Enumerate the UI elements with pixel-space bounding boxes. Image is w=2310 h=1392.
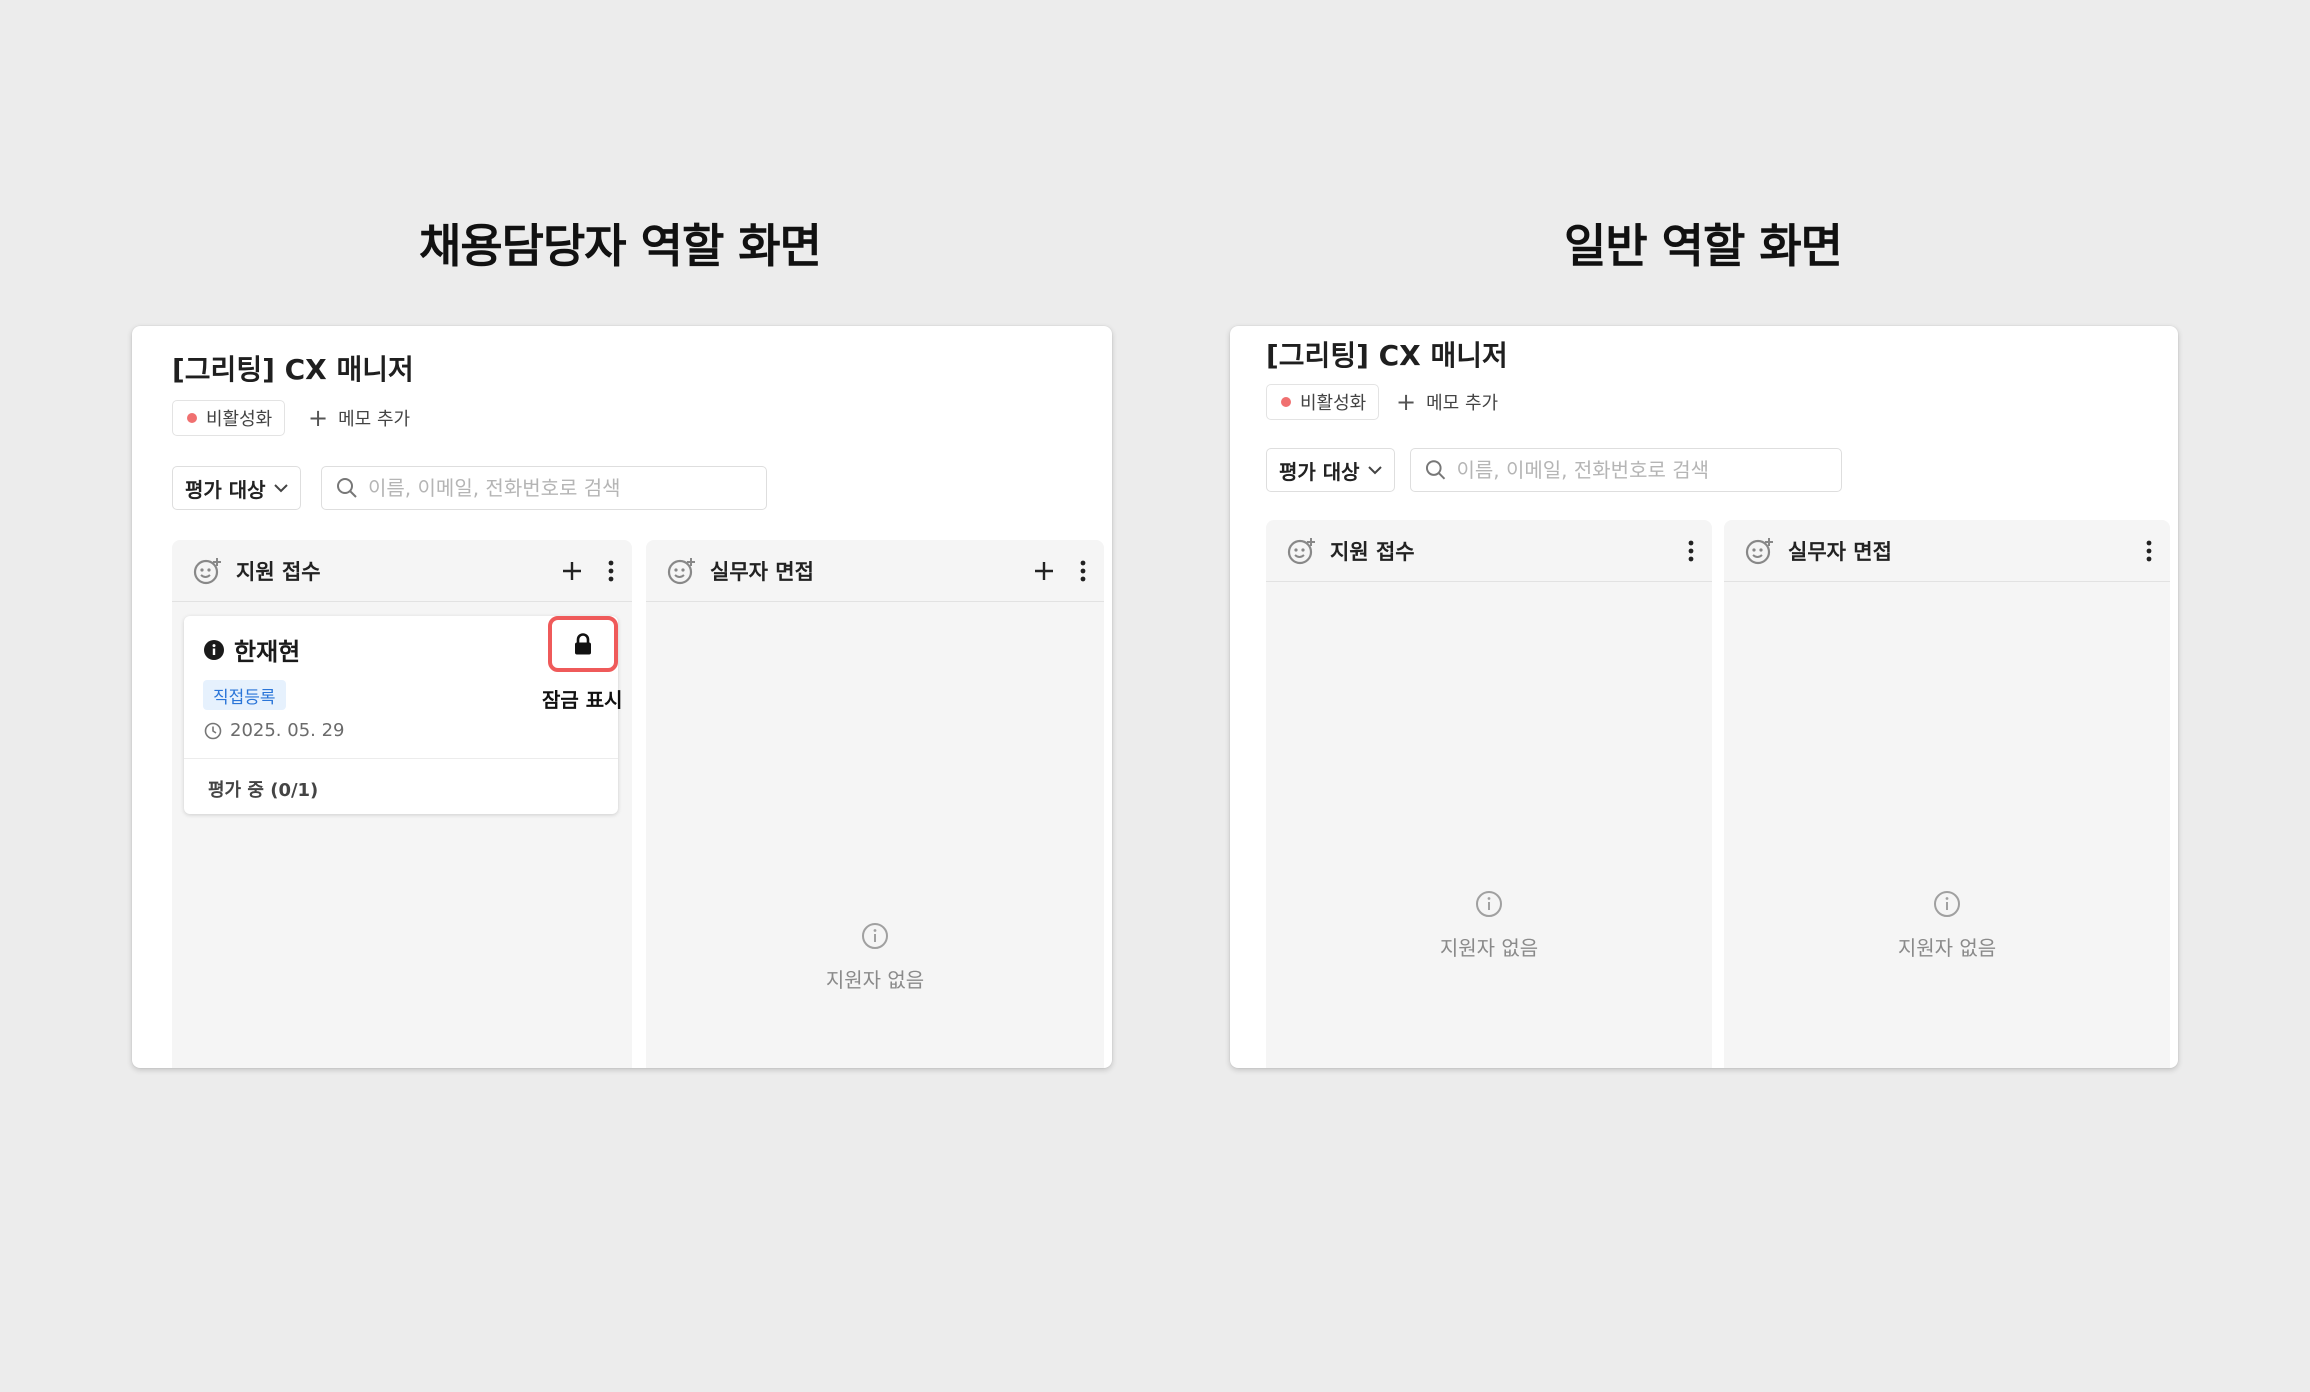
column-more-button[interactable] bbox=[1080, 560, 1086, 582]
info-icon bbox=[1476, 891, 1502, 917]
empty-state: 지원자 없음 bbox=[1266, 890, 1712, 961]
column-title: 지원 접수 bbox=[1330, 539, 1415, 564]
status-dot bbox=[1281, 397, 1291, 407]
add-memo-button[interactable]: + 메모 추가 bbox=[1396, 384, 1498, 420]
job-title: [그리팅] CX 매니저 bbox=[172, 353, 414, 386]
status-dot bbox=[187, 413, 197, 423]
search-input[interactable] bbox=[1456, 458, 1827, 482]
applied-date-text: 2025. 05. 29 bbox=[230, 720, 345, 741]
column-header: 실무자 면접 bbox=[1724, 520, 2170, 582]
column-header: 실무자 면접 bbox=[646, 540, 1104, 602]
plus-icon bbox=[563, 562, 581, 580]
more-vertical-icon bbox=[1080, 560, 1086, 582]
smile-add-icon bbox=[1287, 537, 1315, 564]
empty-state: 지원자 없음 bbox=[646, 922, 1104, 993]
column-practical-interview: 실무자 면접 지원자 없음 bbox=[646, 540, 1104, 1068]
general-view-panel: [그리팅] CX 매니저 비활성화 + 메모 추가 평가 대상 이름, 이메일,… bbox=[1230, 326, 2178, 1068]
evaluation-filter-value: 평가 대상 bbox=[1279, 459, 1360, 484]
empty-state-text: 지원자 없음 bbox=[1439, 936, 1539, 960]
recruiter-view-heading: 채용담당자 역할 화면 bbox=[419, 219, 822, 273]
evaluation-filter-select[interactable]: 평가 대상 bbox=[172, 466, 301, 510]
more-vertical-icon bbox=[608, 560, 614, 582]
status-chip-label: 비활성화 bbox=[206, 409, 273, 430]
evaluation-filter-select[interactable]: 평가 대상 bbox=[1266, 448, 1395, 492]
add-applicant-button[interactable] bbox=[562, 561, 582, 581]
column-more-button[interactable] bbox=[608, 560, 614, 582]
column-title: 실무자 면접 bbox=[710, 559, 814, 584]
info-icon bbox=[1934, 891, 1960, 917]
general-view-heading: 일반 역할 화면 bbox=[1564, 219, 1843, 273]
info-icon bbox=[862, 923, 888, 949]
card-divider bbox=[184, 758, 618, 759]
empty-state: 지원자 없음 bbox=[1724, 890, 2170, 961]
smile-add-icon bbox=[667, 557, 695, 584]
search-icon bbox=[1425, 460, 1446, 480]
search-input[interactable] bbox=[368, 476, 748, 500]
status-chip[interactable]: 비활성화 bbox=[1266, 384, 1380, 420]
column-more-button[interactable] bbox=[1688, 540, 1694, 562]
smile-add-icon bbox=[1745, 537, 1773, 564]
status-chip-label: 비활성화 bbox=[1300, 393, 1367, 414]
source-tag: 직접등록 bbox=[203, 680, 286, 710]
clock-icon bbox=[204, 722, 222, 739]
chevron-down-icon bbox=[273, 484, 288, 493]
lock-button-highlight[interactable] bbox=[548, 616, 618, 672]
plus-icon: + bbox=[308, 404, 329, 432]
empty-state-text: 지원자 없음 bbox=[1897, 936, 1997, 960]
info-filled-icon bbox=[204, 639, 224, 660]
applicant-name: 한재현 bbox=[234, 638, 301, 666]
applied-date: 2025. 05. 29 bbox=[204, 720, 345, 741]
applicant-search[interactable] bbox=[321, 466, 767, 510]
chevron-down-icon bbox=[1367, 466, 1382, 475]
add-memo-label: 메모 추가 bbox=[1426, 393, 1499, 414]
column-title: 지원 접수 bbox=[236, 559, 321, 584]
applicant-name-row: 한재현 bbox=[204, 632, 300, 667]
column-header: 지원 접수 bbox=[172, 540, 632, 602]
applicant-card[interactable]: 한재현 직접등록 2025. 05. 29 평가 중 (0/1) 잠금 표시 bbox=[184, 616, 623, 814]
evaluation-status: 평가 중 (0/1) bbox=[208, 780, 319, 801]
column-practical-interview: 실무자 면접 지원자 없음 bbox=[1724, 520, 2170, 1068]
lock-annotation-label: 잠금 표시 bbox=[542, 688, 623, 712]
search-icon bbox=[337, 478, 357, 498]
empty-state-text: 지원자 없음 bbox=[825, 968, 925, 992]
evaluation-filter-value: 평가 대상 bbox=[185, 477, 266, 502]
plus-icon: + bbox=[1396, 388, 1417, 416]
job-title: [그리팅] CX 매니저 bbox=[1266, 339, 1508, 372]
more-vertical-icon bbox=[1688, 540, 1694, 562]
add-memo-label: 메모 추가 bbox=[338, 409, 411, 430]
add-applicant-button[interactable] bbox=[1034, 561, 1054, 581]
lock-icon bbox=[575, 633, 591, 655]
column-more-button[interactable] bbox=[2146, 540, 2152, 562]
applicant-search[interactable] bbox=[1410, 448, 1842, 492]
status-chip[interactable]: 비활성화 bbox=[172, 400, 286, 436]
column-application-received: 지원 접수 지원자 없음 bbox=[1266, 520, 1712, 1068]
add-memo-button[interactable]: + 메모 추가 bbox=[308, 400, 410, 436]
column-header: 지원 접수 bbox=[1266, 520, 1712, 582]
plus-icon bbox=[1035, 562, 1053, 580]
recruiter-view-panel: [그리팅] CX 매니저 비활성화 + 메모 추가 평가 대상 이름, 이메일,… bbox=[132, 326, 1112, 1068]
column-application-received: 지원 접수 한재현 직접등록 2025. 05. 29 평가 중 (0/1) 잠… bbox=[172, 540, 632, 1068]
column-title: 실무자 면접 bbox=[1788, 539, 1892, 564]
smile-add-icon bbox=[193, 557, 221, 584]
more-vertical-icon bbox=[2146, 540, 2152, 562]
